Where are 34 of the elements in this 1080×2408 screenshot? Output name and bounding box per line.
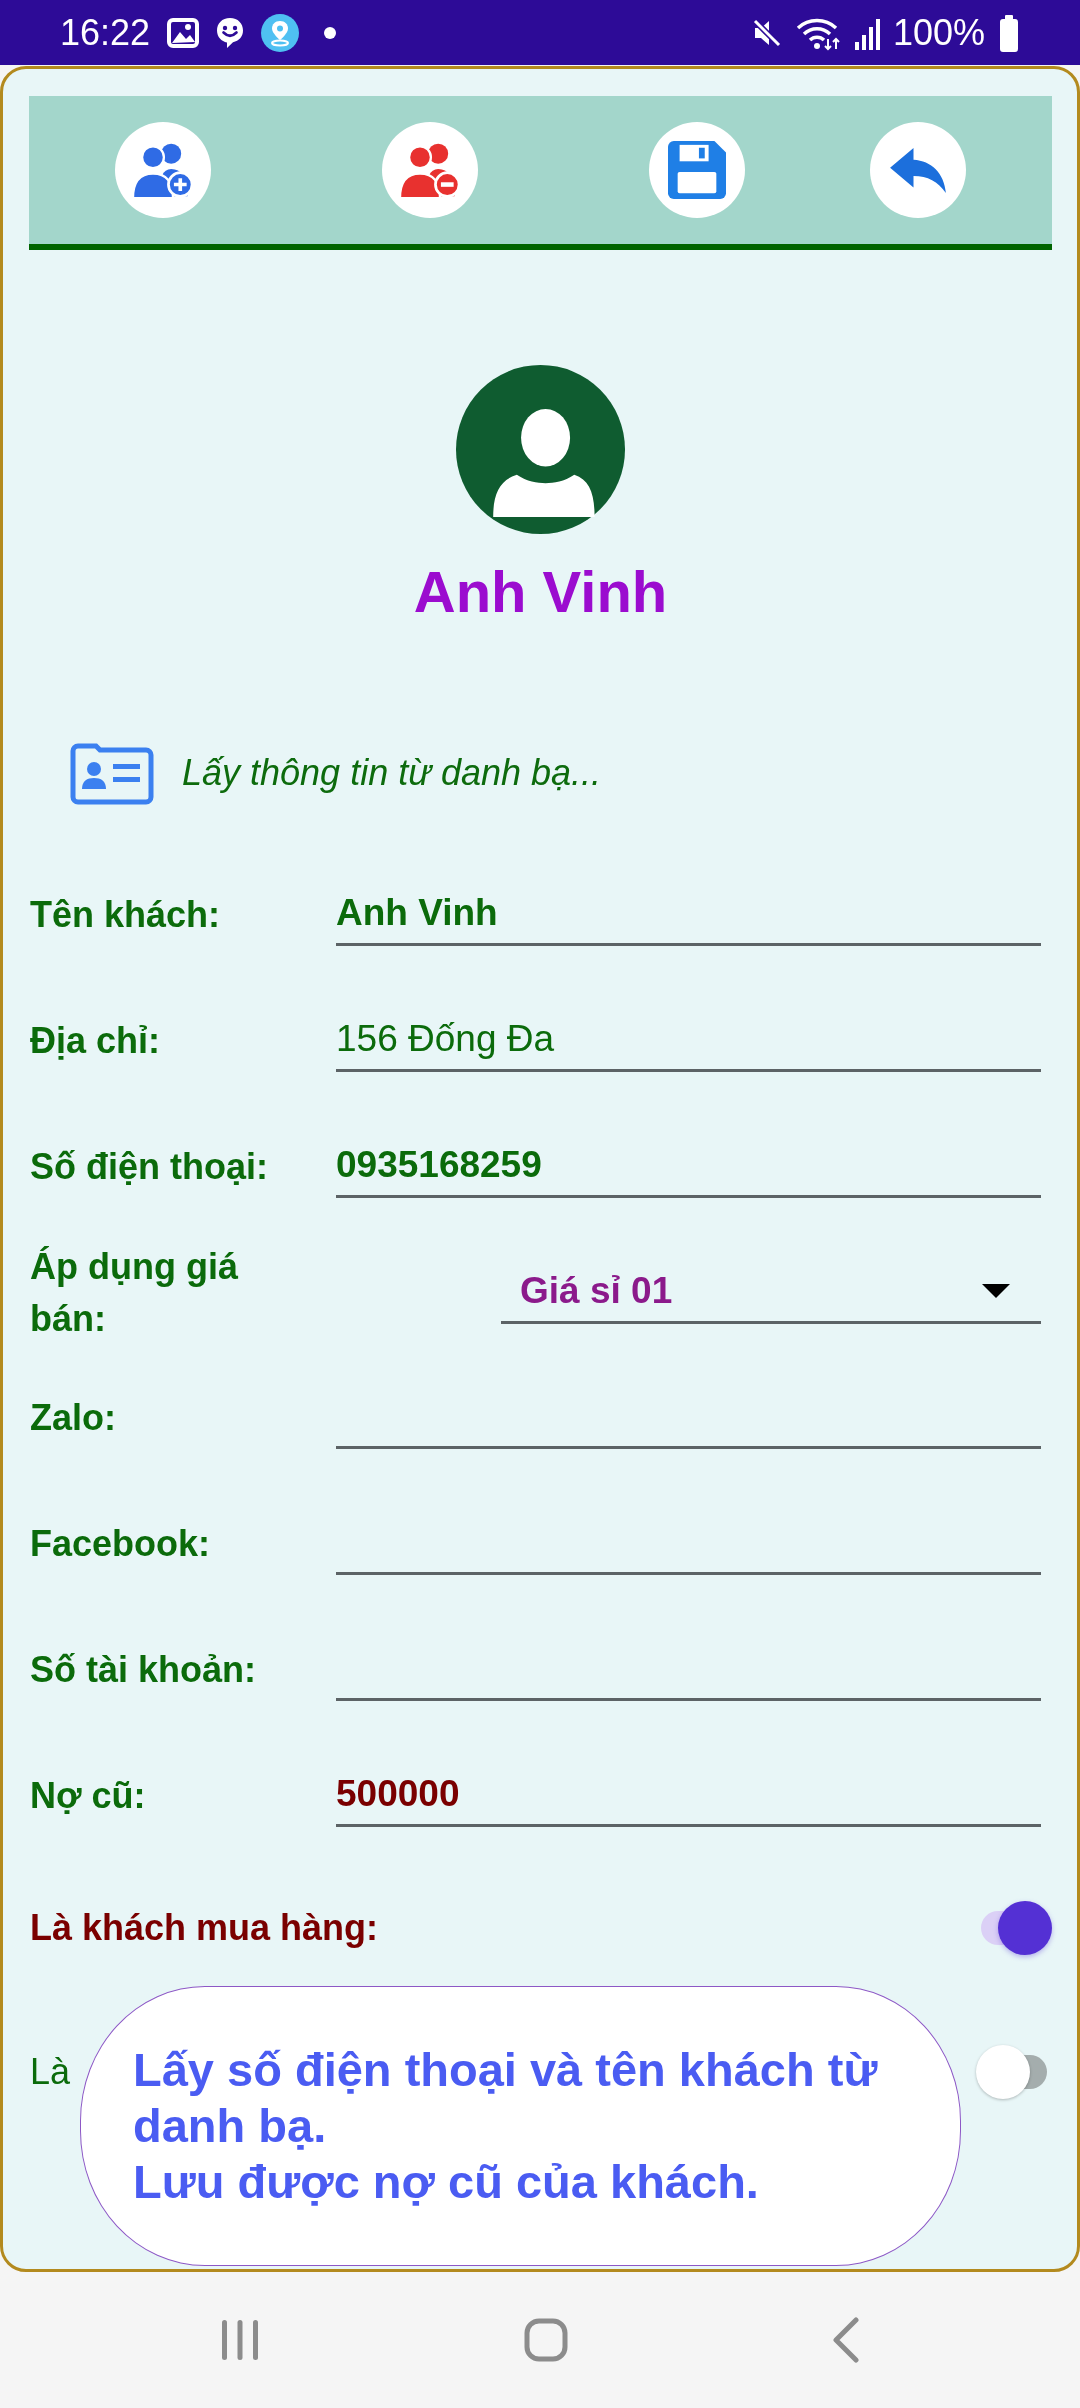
tooltip-text: Lấy số điện thoại và tên khách từ danh bạ.	[133, 2042, 879, 2154]
field-label: Tên khách:	[30, 892, 221, 937]
gallery-icon	[167, 17, 200, 48]
reply-arrow-icon	[890, 147, 946, 193]
back-icon[interactable]	[832, 2317, 860, 2363]
text-field[interactable]: Anh Vinh	[336, 883, 1041, 946]
battery-icon	[998, 13, 1020, 52]
field-label: Là	[30, 2050, 71, 2094]
tooltip-text: Lưu được nợ cũ của khách.	[133, 2154, 760, 2210]
field-label: Số tài khoản:	[30, 1647, 257, 1692]
text-field[interactable]: 0935168259	[336, 1135, 1041, 1198]
text-field[interactable]: 500000	[336, 1764, 1041, 1827]
home-icon[interactable]	[524, 2318, 568, 2362]
text-field[interactable]: 156 Đống Đa	[336, 1009, 1041, 1072]
recent-apps-icon[interactable]	[220, 2318, 260, 2362]
contact-card-icon	[70, 741, 154, 805]
field-label: Áp dụng giá bán:	[30, 1245, 239, 1341]
field-label: Số điện thoại:	[30, 1144, 268, 1189]
muted-speaker-icon	[751, 17, 782, 48]
battery-percentage: 100%	[892, 12, 985, 53]
dropdown[interactable]: Giá sỉ 01	[501, 1261, 1041, 1324]
status-time: 16:22	[60, 12, 151, 53]
field-label: Địa chỉ:	[30, 1018, 161, 1063]
field-label: Là khách mua hàng:	[30, 1906, 379, 1950]
caret-icon	[982, 1284, 1010, 1298]
notification-dot-icon	[324, 26, 337, 39]
field-label: Facebook:	[30, 1521, 211, 1566]
field-label: Zalo:	[30, 1395, 116, 1440]
person-avatar-icon	[456, 365, 625, 534]
chat-face-icon	[216, 16, 245, 49]
import-contacts-button[interactable]: Lấy thông tin từ danh bạ...	[70, 733, 602, 813]
customer-name-title: Anh Vinh	[413, 558, 668, 626]
location-pin-icon	[261, 13, 300, 52]
field-label: Nợ cũ:	[30, 1773, 146, 1818]
